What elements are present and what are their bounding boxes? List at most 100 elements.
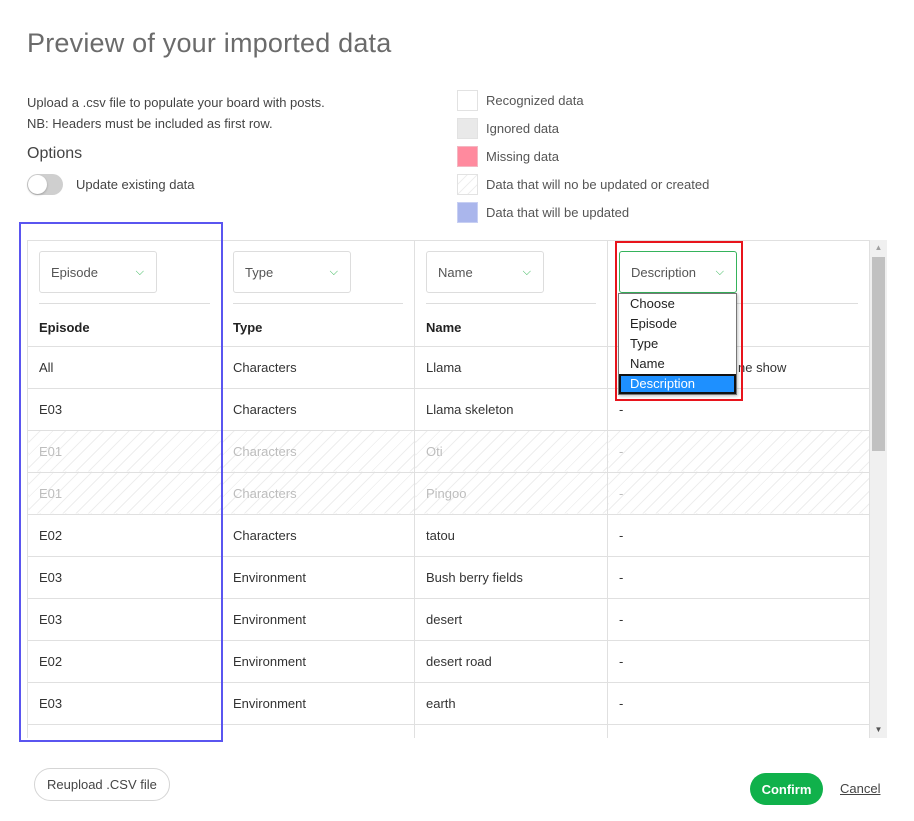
data-preview-table: Episode ⌵ Type ⌵ Name ⌵ Description ⌵ Ep… (27, 240, 887, 738)
column-header: Type (221, 303, 415, 347)
table-cell: Oti (414, 430, 608, 473)
table-cell: Characters (221, 430, 415, 473)
page-title: Preview of your imported data (27, 28, 392, 58)
table-cell: E02 (27, 514, 222, 557)
intro-text: Upload a .csv file to populate your boar… (27, 92, 325, 134)
select-value: Episode (51, 264, 98, 280)
updated-swatch (457, 201, 478, 223)
missing-swatch (457, 145, 478, 167)
header-row: Episode Type Name (27, 303, 870, 347)
confirm-button[interactable]: Confirm (750, 773, 823, 805)
table-cell: - (607, 640, 870, 683)
table-row: E02 Characters tatou - (27, 514, 870, 557)
legend-label: Data that will be updated (486, 204, 630, 220)
table-row: E03 Environment desert - (27, 598, 870, 641)
chevron-down-icon: ⌵ (715, 265, 724, 278)
table-cell: Pingoo (414, 472, 608, 515)
table-scrollbar[interactable]: ▲ ▼ (870, 240, 887, 738)
legend-label: Data that will no be updated or created (486, 176, 710, 192)
column-header: Name (414, 303, 608, 347)
toggle-knob (28, 175, 47, 194)
header-label: Episode (39, 319, 90, 335)
legend-label: Ignored data (486, 120, 560, 136)
column-select-type[interactable]: Type ⌵ (233, 251, 351, 293)
dropdown-option-episode[interactable]: Episode (619, 314, 736, 334)
dropdown-option-description[interactable]: Description (619, 374, 736, 394)
table-cell: Environment (221, 556, 415, 599)
table-cell: Characters (221, 346, 415, 389)
legend: Recognized data Ignored data Missing dat… (457, 86, 709, 226)
table-row: E03 Characters Llama skeleton - (27, 388, 870, 431)
table-row (27, 724, 870, 738)
table-cell: E01 (27, 430, 222, 473)
header-label: Type (233, 319, 263, 335)
legend-item-updated: Data that will be updated (457, 198, 709, 226)
table-cell: Llama (414, 346, 608, 389)
table-cell: Characters (221, 388, 415, 431)
table-cell: Environment (221, 598, 415, 641)
table-cell: Environment (221, 640, 415, 683)
table-cell: earth (414, 682, 608, 725)
update-existing-toggle[interactable] (27, 174, 63, 195)
header-label: Name (426, 319, 462, 335)
legend-item-ignored: Ignored data (457, 114, 709, 142)
table-cell: Llama skeleton (414, 388, 608, 431)
dropdown-option-type[interactable]: Type (619, 334, 736, 354)
scroll-down-arrow-icon[interactable]: ▼ (870, 722, 887, 738)
table-cell: - (607, 598, 870, 641)
table-cell: desert (414, 598, 608, 641)
ignored-swatch (457, 117, 478, 139)
table-cell: - (607, 472, 870, 515)
legend-label: Recognized data (486, 92, 584, 108)
chevron-down-icon: ⌵ (329, 265, 338, 278)
table-cell: Bush berry fields (414, 556, 608, 599)
table-cell: - (607, 514, 870, 557)
reupload-csv-button[interactable]: Reupload .CSV file (34, 768, 170, 801)
legend-item-not-updated: Data that will no be updated or created (457, 170, 709, 198)
table-cell: desert road (414, 640, 608, 683)
table-cell: Environment (221, 682, 415, 725)
table-cell (221, 724, 415, 738)
options-title: Options (27, 145, 83, 162)
scroll-up-arrow-icon[interactable]: ▲ (870, 240, 887, 256)
dropdown-option-name[interactable]: Name (619, 354, 736, 374)
table-cell: - (607, 682, 870, 725)
column-select-name[interactable]: Name ⌵ (426, 251, 544, 293)
table-cell: All (27, 346, 222, 389)
update-existing-option: Update existing data (27, 174, 195, 195)
table-cell: Characters (221, 514, 415, 557)
select-value: Description (631, 264, 697, 280)
table-cell: - (607, 556, 870, 599)
table-cell (414, 724, 608, 738)
mapping-cell: Name ⌵ (414, 241, 608, 303)
table-row: E03 Environment earth - (27, 682, 870, 725)
dropdown-option-choose[interactable]: Choose (619, 294, 736, 314)
table-row: E01 Characters Pingoo - (27, 472, 870, 515)
legend-item-missing: Missing data (457, 142, 709, 170)
scrollbar-thumb[interactable] (872, 257, 885, 451)
intro-line-2: NB: Headers must be included as first ro… (27, 116, 273, 131)
column-mapping-row: Episode ⌵ Type ⌵ Name ⌵ Description ⌵ (27, 241, 870, 303)
cancel-link[interactable]: Cancel (840, 781, 880, 796)
toggle-label: Update existing data (76, 177, 195, 192)
table-cell: E03 (27, 598, 222, 641)
not-updated-swatch (457, 173, 478, 195)
table-cell: tatou (414, 514, 608, 557)
column-header: Episode (27, 303, 222, 347)
column-select-episode[interactable]: Episode ⌵ (39, 251, 157, 293)
chevron-down-icon: ⌵ (135, 265, 144, 278)
chevron-down-icon: ⌵ (522, 265, 531, 278)
table-cell (607, 724, 870, 738)
table-cell (27, 724, 222, 738)
legend-label: Missing data (486, 148, 559, 164)
table-cell: E01 (27, 472, 222, 515)
table-row: E01 Characters Oti - (27, 430, 870, 473)
mapping-cell: Episode ⌵ (27, 241, 222, 303)
column-select-dropdown: Choose Episode Type Name Description (618, 293, 737, 395)
table-cell: Characters (221, 472, 415, 515)
table-body: All Characters Llama ne show E03 Characters Ll… (27, 346, 870, 738)
mapping-cell: Type ⌵ (221, 241, 415, 303)
column-select-description[interactable]: Description ⌵ (619, 251, 737, 293)
intro-line-1: Upload a .csv file to populate your boar… (27, 95, 325, 110)
table-cell: E03 (27, 388, 222, 431)
